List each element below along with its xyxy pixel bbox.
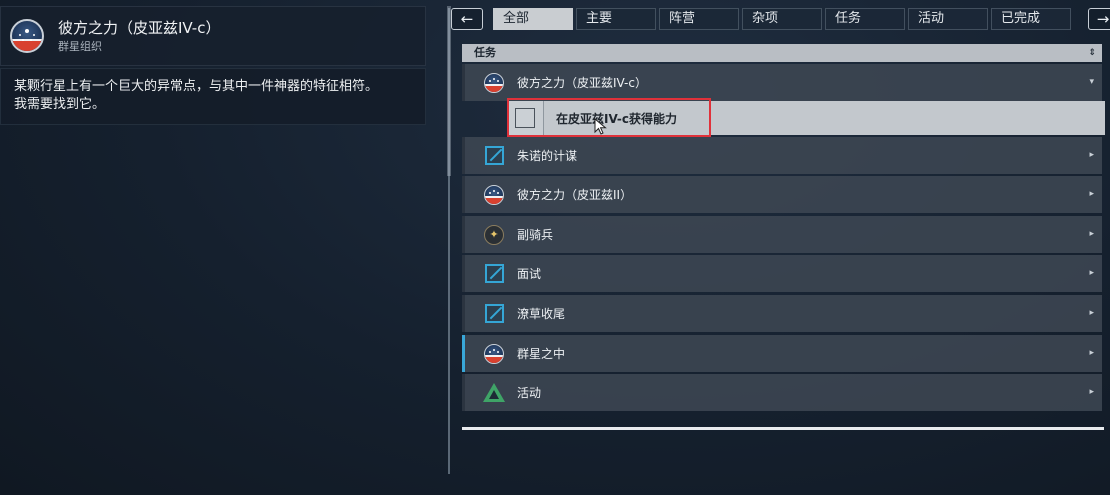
quest-row-label: 群星之中 bbox=[517, 347, 566, 361]
quest-description: 某颗行星上有一个巨大的异常点，与其中一件神器的特征相符。 我需要找到它。 bbox=[0, 68, 426, 125]
quest-row-label: 副骑兵 bbox=[517, 228, 554, 242]
constellation-emblem-icon bbox=[10, 19, 44, 53]
activity-triangle-icon bbox=[483, 383, 505, 402]
tab-all[interactable]: 全部 bbox=[493, 8, 573, 30]
sort-icon[interactable]: ⇕ bbox=[1088, 44, 1096, 62]
constellation-emblem-icon bbox=[484, 184, 504, 205]
back-button[interactable]: ← bbox=[451, 8, 483, 30]
quest-row-label: 活动 bbox=[517, 386, 542, 400]
list-end-divider bbox=[462, 427, 1104, 430]
quest-description-line: 某颗行星上有一个巨大的异常点，与其中一件神器的特征相符。 bbox=[14, 79, 379, 94]
highlight-box bbox=[507, 98, 711, 137]
mission-icon bbox=[484, 264, 504, 283]
chevron-right-icon: ▸ bbox=[1089, 150, 1094, 160]
quest-row[interactable]: 面试 ▸ bbox=[462, 255, 1102, 292]
quest-row-label: 朱诺的计谋 bbox=[517, 149, 578, 163]
forward-button[interactable]: → bbox=[1088, 8, 1110, 30]
quest-description-line: 我需要找到它。 bbox=[14, 97, 106, 112]
quest-title: 彼方之力（皮亚兹IV-c） bbox=[58, 18, 221, 37]
tab-missions[interactable]: 任务 bbox=[825, 8, 905, 30]
quest-row-label: 彼方之力（皮亚兹II） bbox=[517, 188, 633, 202]
arrow-left-icon: ← bbox=[460, 10, 474, 28]
tab-faction[interactable]: 阵营 bbox=[659, 8, 739, 30]
chevron-right-icon: ▸ bbox=[1089, 268, 1094, 278]
quest-faction: 群星组织 bbox=[58, 39, 102, 53]
quest-row[interactable]: 活动 ▸ bbox=[462, 374, 1102, 411]
quest-row[interactable]: 潦草收尾 ▸ bbox=[462, 295, 1102, 332]
quest-row-label: 面试 bbox=[517, 267, 542, 281]
tab-activities[interactable]: 活动 bbox=[908, 8, 988, 30]
list-header[interactable]: 任务 ⇕ bbox=[462, 44, 1102, 62]
constellation-emblem-icon bbox=[484, 72, 504, 93]
pilot-wings-icon: ✦ bbox=[484, 224, 504, 245]
chevron-down-icon: ▾ bbox=[1089, 77, 1094, 87]
filter-tabs: ← 全部 主要 阵营 杂项 任务 活动 已完成 → bbox=[451, 8, 1110, 32]
tab-main[interactable]: 主要 bbox=[576, 8, 656, 30]
quest-row[interactable]: 彼方之力（皮亚兹II） ▸ bbox=[462, 176, 1102, 213]
constellation-emblem-icon bbox=[484, 343, 504, 364]
tab-misc[interactable]: 杂项 bbox=[742, 8, 822, 30]
quest-row[interactable]: 群星之中 ▸ bbox=[462, 335, 1102, 372]
quest-row[interactable]: 彼方之力（皮亚兹IV-c） ▾ bbox=[462, 64, 1102, 101]
tab-completed[interactable]: 已完成 bbox=[991, 8, 1071, 30]
quest-row[interactable]: 朱诺的计谋 ▸ bbox=[462, 137, 1102, 174]
chevron-right-icon: ▸ bbox=[1089, 387, 1094, 397]
arrow-right-icon: → bbox=[1096, 10, 1110, 28]
quest-row-label: 彼方之力（皮亚兹IV-c） bbox=[517, 76, 647, 90]
quest-row-label: 潦草收尾 bbox=[517, 307, 566, 321]
mission-icon bbox=[484, 304, 504, 323]
mission-icon bbox=[484, 146, 504, 165]
quest-header: 彼方之力（皮亚兹IV-c） 群星组织 bbox=[0, 6, 426, 66]
list-header-label: 任务 bbox=[474, 46, 496, 59]
chevron-right-icon: ▸ bbox=[1089, 189, 1094, 199]
chevron-right-icon: ▸ bbox=[1089, 308, 1094, 318]
quest-row[interactable]: ✦ 副骑兵 ▸ bbox=[462, 216, 1102, 253]
chevron-right-icon: ▸ bbox=[1089, 229, 1094, 239]
chevron-right-icon: ▸ bbox=[1089, 348, 1094, 358]
